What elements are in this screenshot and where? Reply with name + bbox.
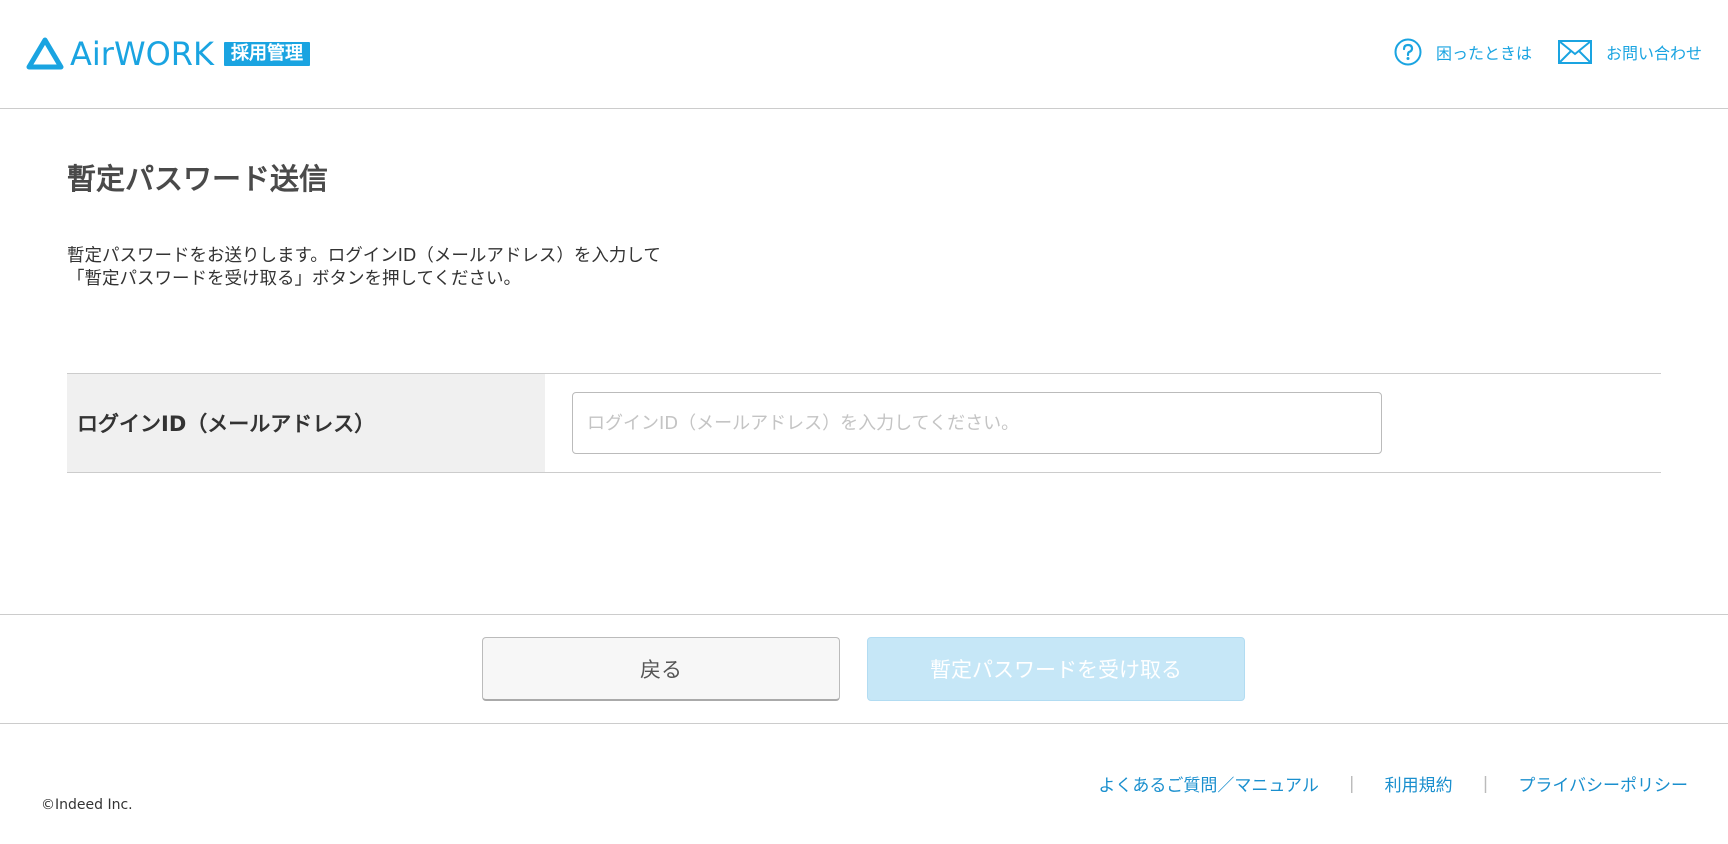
description-line-1: 暫定パスワードをお送りします。ログインID（メールアドレス）を入力して [67,246,661,266]
footer-separator: | [1348,773,1355,794]
question-circle-icon [1394,38,1422,66]
receive-temp-password-button[interactable]: 暫定パスワードを受け取る [867,637,1245,701]
footer-link-terms[interactable]: 利用規約 [1385,771,1453,796]
airwork-triangle-icon [26,37,64,70]
login-id-input[interactable] [572,392,1382,454]
login-id-label: ログインID（メールアドレス） [67,374,545,472]
logo-badge: 採用管理 [223,42,310,66]
login-form-table: ログインID（メールアドレス） [67,373,1661,473]
envelope-icon [1557,40,1592,64]
footer-link-privacy[interactable]: プライバシーポリシー [1518,771,1688,796]
copyright: ©Indeed Inc. [41,797,133,813]
contact-link-label: お問い合わせ [1605,44,1702,63]
help-link[interactable]: 困ったときは [1394,38,1532,66]
logo-text: AirWORK [70,35,214,73]
page-description: 暫定パスワードをお送りします。ログインID（メールアドレス）を入力して 「暫定パ… [67,245,661,291]
page-title: 暫定パスワード送信 [67,162,329,196]
header: AirWORK 採用管理 困ったときは お問い合わせ [0,0,1728,109]
description-line-2: 「暫定パスワードを受け取る」ボタンを押してください。 [67,269,521,289]
contact-link[interactable]: お問い合わせ [1557,40,1702,64]
help-link-label: 困ったときは [1435,44,1532,63]
airwork-logo[interactable]: AirWORK 採用管理 [26,35,310,73]
footer-separator: | [1482,773,1489,794]
action-bar: 戻る 暫定パスワードを受け取る [0,614,1728,724]
footer-links: よくあるご質問／マニュアル | 利用規約 | プライバシーポリシー [1098,771,1688,797]
header-links: 困ったときは お問い合わせ [1394,38,1702,66]
footer-link-faq[interactable]: よくあるご質問／マニュアル [1098,771,1319,796]
back-button[interactable]: 戻る [482,637,840,701]
login-id-input-cell [545,374,1661,472]
